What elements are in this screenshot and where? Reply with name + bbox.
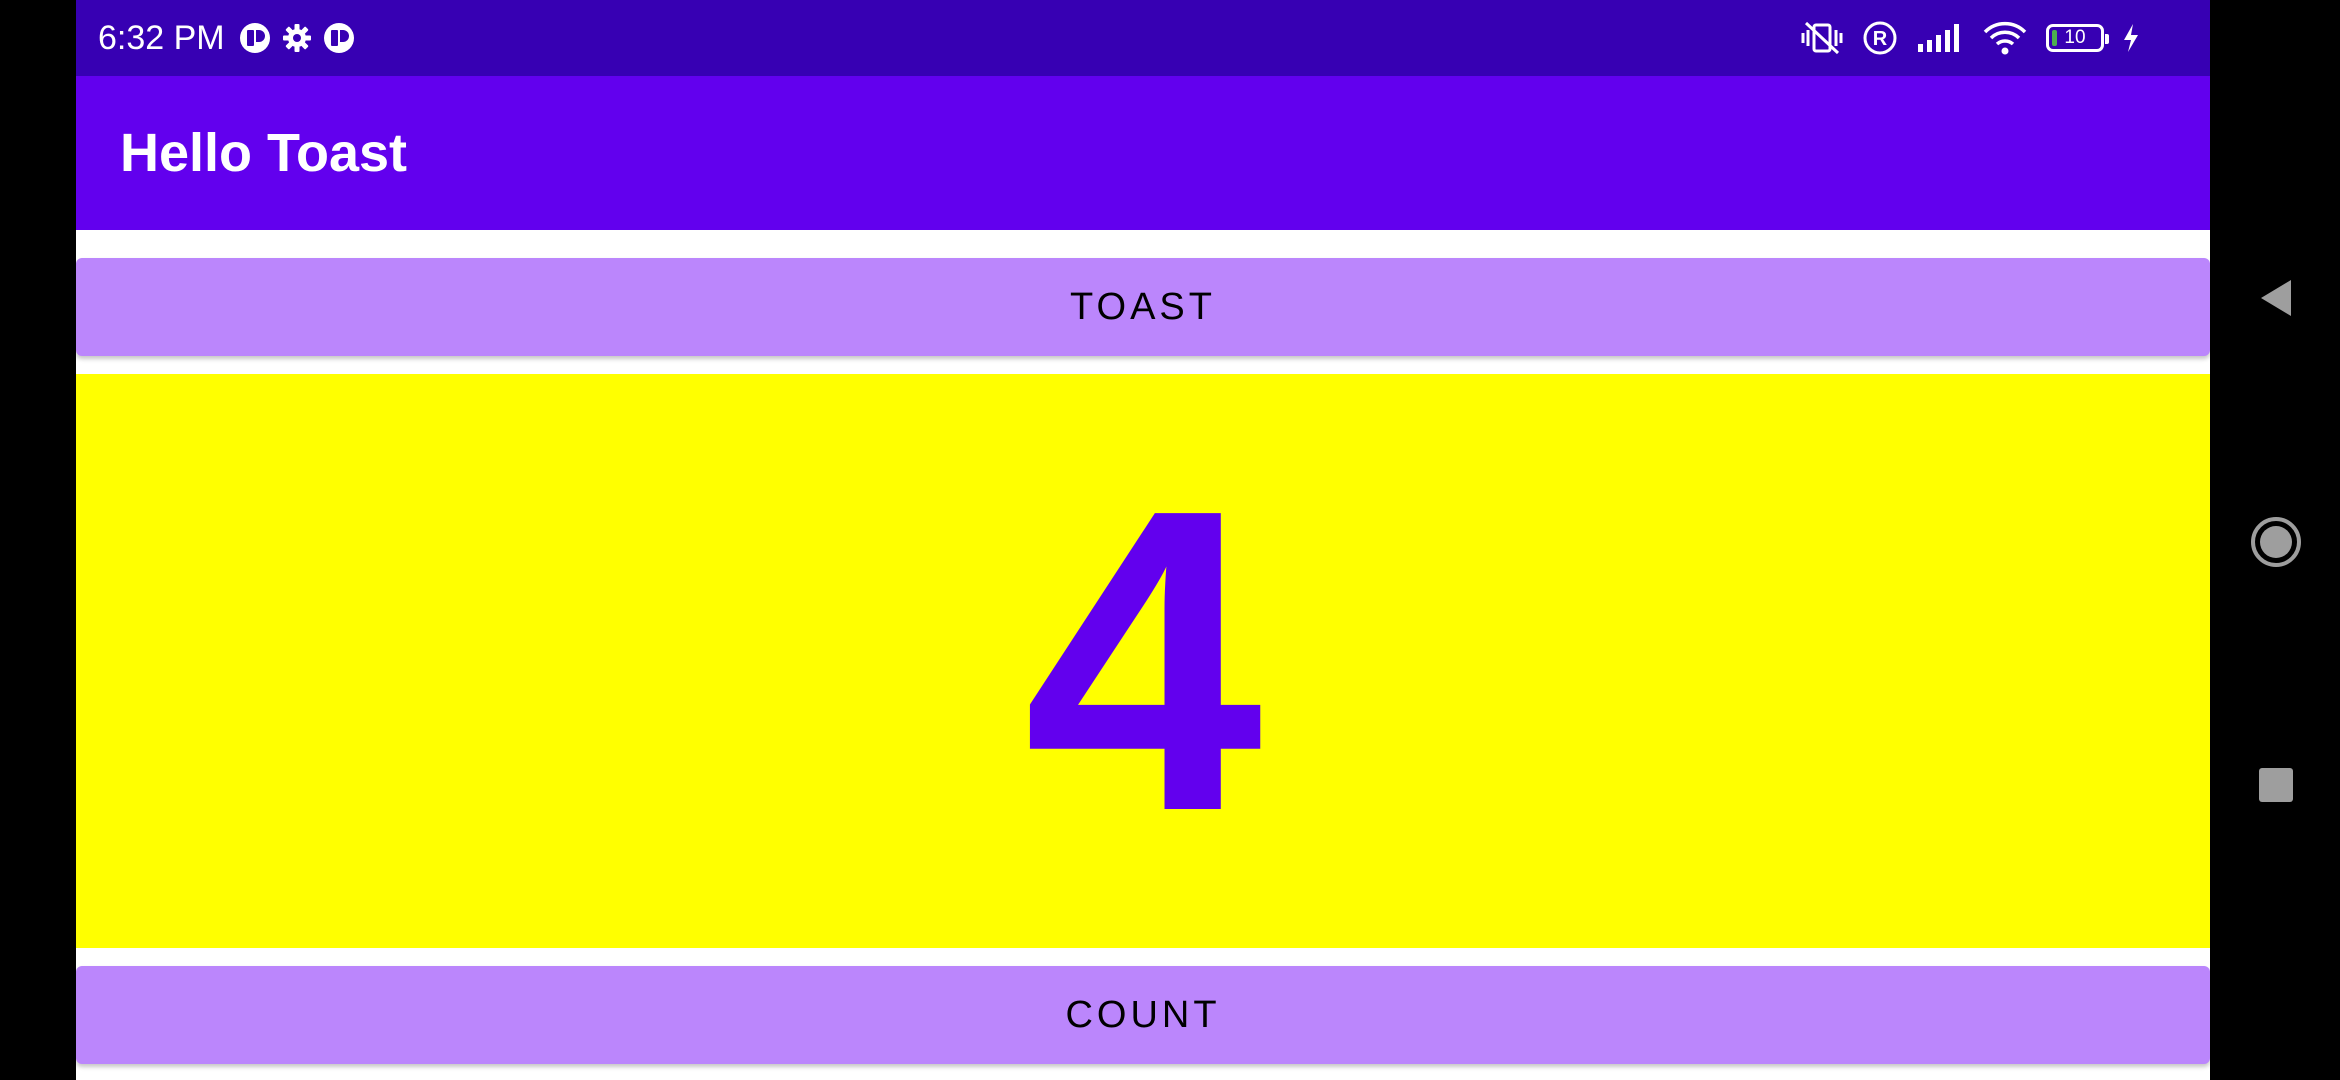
- back-triangle-icon[interactable]: [2248, 270, 2304, 326]
- settings-gear-icon: [281, 22, 313, 54]
- svg-text:R: R: [1873, 28, 1888, 50]
- status-bar-left: 6:32 PM: [98, 0, 355, 76]
- count-button[interactable]: COUNT: [76, 966, 2210, 1064]
- status-bar: 6:32 PM R 10: [76, 0, 2210, 76]
- vibrate-off-icon: [1800, 20, 1844, 56]
- app-notification-icon: [323, 22, 355, 54]
- home-circle-icon[interactable]: [2248, 514, 2304, 570]
- app-screen: 6:32 PM R 10 Hello Toast TOAST 4 COUNT: [76, 0, 2210, 1080]
- app-bar: Hello Toast: [76, 76, 2210, 230]
- app-notification-icon: [239, 22, 271, 54]
- toast-button[interactable]: TOAST: [76, 258, 2210, 356]
- recents-square-icon[interactable]: [2248, 757, 2304, 813]
- app-title: Hello Toast: [120, 123, 408, 183]
- signal-icon: [1916, 22, 1964, 54]
- registered-icon: R: [1862, 20, 1898, 56]
- navigation-bar: [2210, 0, 2340, 1080]
- battery-fill: [2052, 30, 2057, 46]
- battery-level: 10: [2064, 27, 2086, 48]
- charging-bolt-icon: [2122, 23, 2140, 53]
- battery-icon: 10: [2046, 24, 2109, 52]
- status-time: 6:32 PM: [98, 18, 225, 57]
- status-bar-right: R 10: [1800, 0, 2140, 76]
- count-panel: 4: [76, 374, 2210, 948]
- wifi-icon: [1982, 20, 2028, 56]
- count-value: 4: [1023, 421, 1263, 901]
